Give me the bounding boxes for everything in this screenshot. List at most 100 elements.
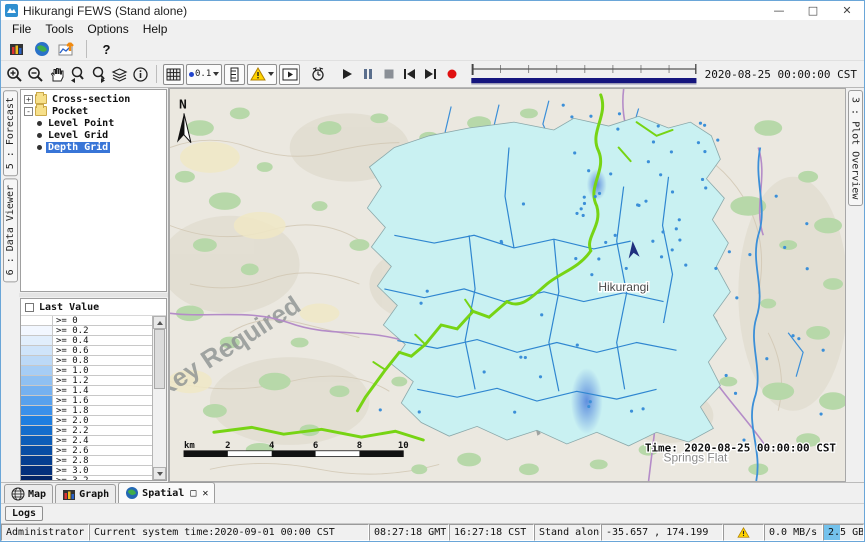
chevron-down-icon — [213, 72, 219, 76]
tree-item-label: Pocket — [50, 106, 90, 117]
warning-icon — [250, 67, 266, 81]
app-icon — [5, 4, 18, 17]
toolbar-separator — [156, 65, 157, 83]
zoom-previous-icon[interactable] — [67, 64, 88, 85]
globe-wire-icon — [11, 487, 25, 501]
legend-row: >= 1.6 — [21, 396, 152, 406]
step-forward-button[interactable] — [420, 64, 441, 85]
status-download-speed: 0.0 MB/s — [764, 524, 823, 541]
status-user: Administrator — [1, 524, 89, 541]
legend-row: >= 1.8 — [21, 406, 152, 416]
legend-row: >= 2.4 — [21, 436, 152, 446]
layers-icon[interactable] — [109, 64, 130, 85]
svg-text:4: 4 — [269, 441, 274, 451]
zoom-next-icon[interactable] — [88, 64, 109, 85]
logs-button[interactable]: Logs — [5, 506, 43, 521]
gauge-scale-icon[interactable] — [224, 64, 245, 85]
spatial-display-icon[interactable] — [56, 39, 77, 60]
globe-icon[interactable] — [31, 39, 52, 60]
tree-item-level-grid[interactable]: Level Grid — [21, 129, 166, 141]
grid-layer-icon[interactable] — [163, 64, 184, 85]
maximize-icon[interactable]: □ — [796, 1, 830, 20]
pause-button[interactable] — [357, 64, 378, 85]
tab-forecast[interactable]: 5 : Forecast — [3, 90, 18, 176]
status-mode: Stand alone — [534, 524, 601, 541]
expand-icon[interactable]: + — [24, 95, 33, 104]
help-button[interactable]: ? — [96, 39, 117, 60]
status-coordinates: -35.657 , 174.199 — [601, 524, 723, 541]
tab-map[interactable]: Map — [4, 484, 53, 503]
thresholds-warning-dropdown[interactable] — [247, 64, 277, 85]
title-bar[interactable]: Hikurangi FEWS (Stand alone) — □ ✕ — [1, 1, 864, 20]
animation-clock-icon[interactable] — [307, 64, 328, 85]
map-view[interactable]: API Key Required API Key Required — [169, 88, 846, 482]
legend-scrollbar[interactable] — [152, 316, 166, 480]
legend-label: >= 1.0 — [53, 366, 152, 375]
tree-item-level-point[interactable]: Level Point — [21, 117, 166, 129]
time-slider[interactable] — [470, 62, 698, 86]
tree-item-label: Level Point — [46, 118, 116, 129]
legend-swatch — [21, 466, 53, 475]
toolbar-separator — [86, 40, 87, 58]
panel-maximize-icon[interactable]: □ — [190, 488, 196, 499]
legend-label: >= 2.8 — [53, 456, 152, 465]
contour-threshold-dropdown[interactable]: 0.1 — [186, 64, 222, 85]
scroll-thumb[interactable] — [154, 329, 165, 389]
status-warning-cell[interactable] — [723, 524, 764, 541]
tab-graph[interactable]: Graph — [55, 484, 116, 503]
legend-swatch — [21, 416, 53, 425]
stop-button[interactable] — [378, 64, 399, 85]
tree-item-label: Depth Grid — [46, 142, 110, 153]
scroll-up-icon[interactable] — [153, 316, 166, 329]
panel-splitter[interactable] — [19, 293, 168, 297]
tab-label: Graph — [79, 489, 109, 500]
tree-item-pocket[interactable]: - Pocket — [21, 105, 166, 117]
explorer-icon[interactable] — [6, 39, 27, 60]
tree-item-depth-grid[interactable]: Depth Grid — [21, 141, 166, 153]
tab-data-viewer[interactable]: 6 : Data Viewer — [3, 178, 18, 282]
minimize-icon[interactable]: — — [762, 1, 796, 20]
zoom-out-icon[interactable] — [25, 64, 46, 85]
menu-file[interactable]: File — [5, 21, 38, 37]
legend-row: >= 0.8 — [21, 356, 152, 366]
globe-icon — [125, 486, 139, 500]
tab-spatial[interactable]: Spatial □ ✕ — [118, 482, 215, 503]
svg-text:km: km — [184, 441, 195, 451]
map-canvas[interactable]: API Key Required API Key Required — [170, 89, 845, 481]
pan-hand-icon[interactable] — [46, 64, 67, 85]
threshold-value: 0.1 — [195, 69, 211, 79]
tab-plot-overview[interactable]: 3 : Plot Overview — [848, 90, 863, 206]
scroll-track[interactable] — [153, 329, 166, 467]
collapse-icon[interactable]: - — [24, 107, 33, 116]
scroll-down-icon[interactable] — [153, 467, 166, 480]
tree-item-label: Cross-section — [50, 94, 132, 105]
legend-label: >= 1.2 — [53, 376, 152, 385]
info-icon[interactable] — [130, 64, 151, 85]
close-icon[interactable]: ✕ — [830, 1, 864, 20]
legend-swatch — [21, 366, 53, 375]
menu-options[interactable]: Options — [80, 21, 135, 37]
menu-help[interactable]: Help — [136, 21, 175, 37]
legend-label: >= 1.4 — [53, 386, 152, 395]
last-value-checkbox[interactable] — [25, 303, 34, 312]
play-button[interactable] — [336, 64, 357, 85]
step-back-button[interactable] — [399, 64, 420, 85]
legend-label: >= 3.2 — [53, 476, 152, 480]
legend-row: >= 0.2 — [21, 326, 152, 336]
zoom-in-icon[interactable] — [4, 64, 25, 85]
panel-close-icon[interactable]: ✕ — [202, 488, 208, 499]
legend-swatch — [21, 336, 53, 345]
legend-label: >= 1.8 — [53, 406, 152, 415]
record-button[interactable] — [441, 64, 462, 85]
legend-row: >= 2.2 — [21, 426, 152, 436]
animation-player-icon[interactable] — [279, 64, 300, 85]
legend-swatch — [21, 316, 53, 325]
menu-tools[interactable]: Tools — [38, 21, 80, 37]
legend-label: >= 3.0 — [53, 466, 152, 475]
legend-label: >= 0.6 — [53, 346, 152, 355]
legend-row: >= 2.0 — [21, 416, 152, 426]
legend-swatch — [21, 456, 53, 465]
folder-icon — [35, 94, 47, 104]
folder-icon — [35, 106, 47, 116]
svg-text:10: 10 — [398, 441, 409, 451]
